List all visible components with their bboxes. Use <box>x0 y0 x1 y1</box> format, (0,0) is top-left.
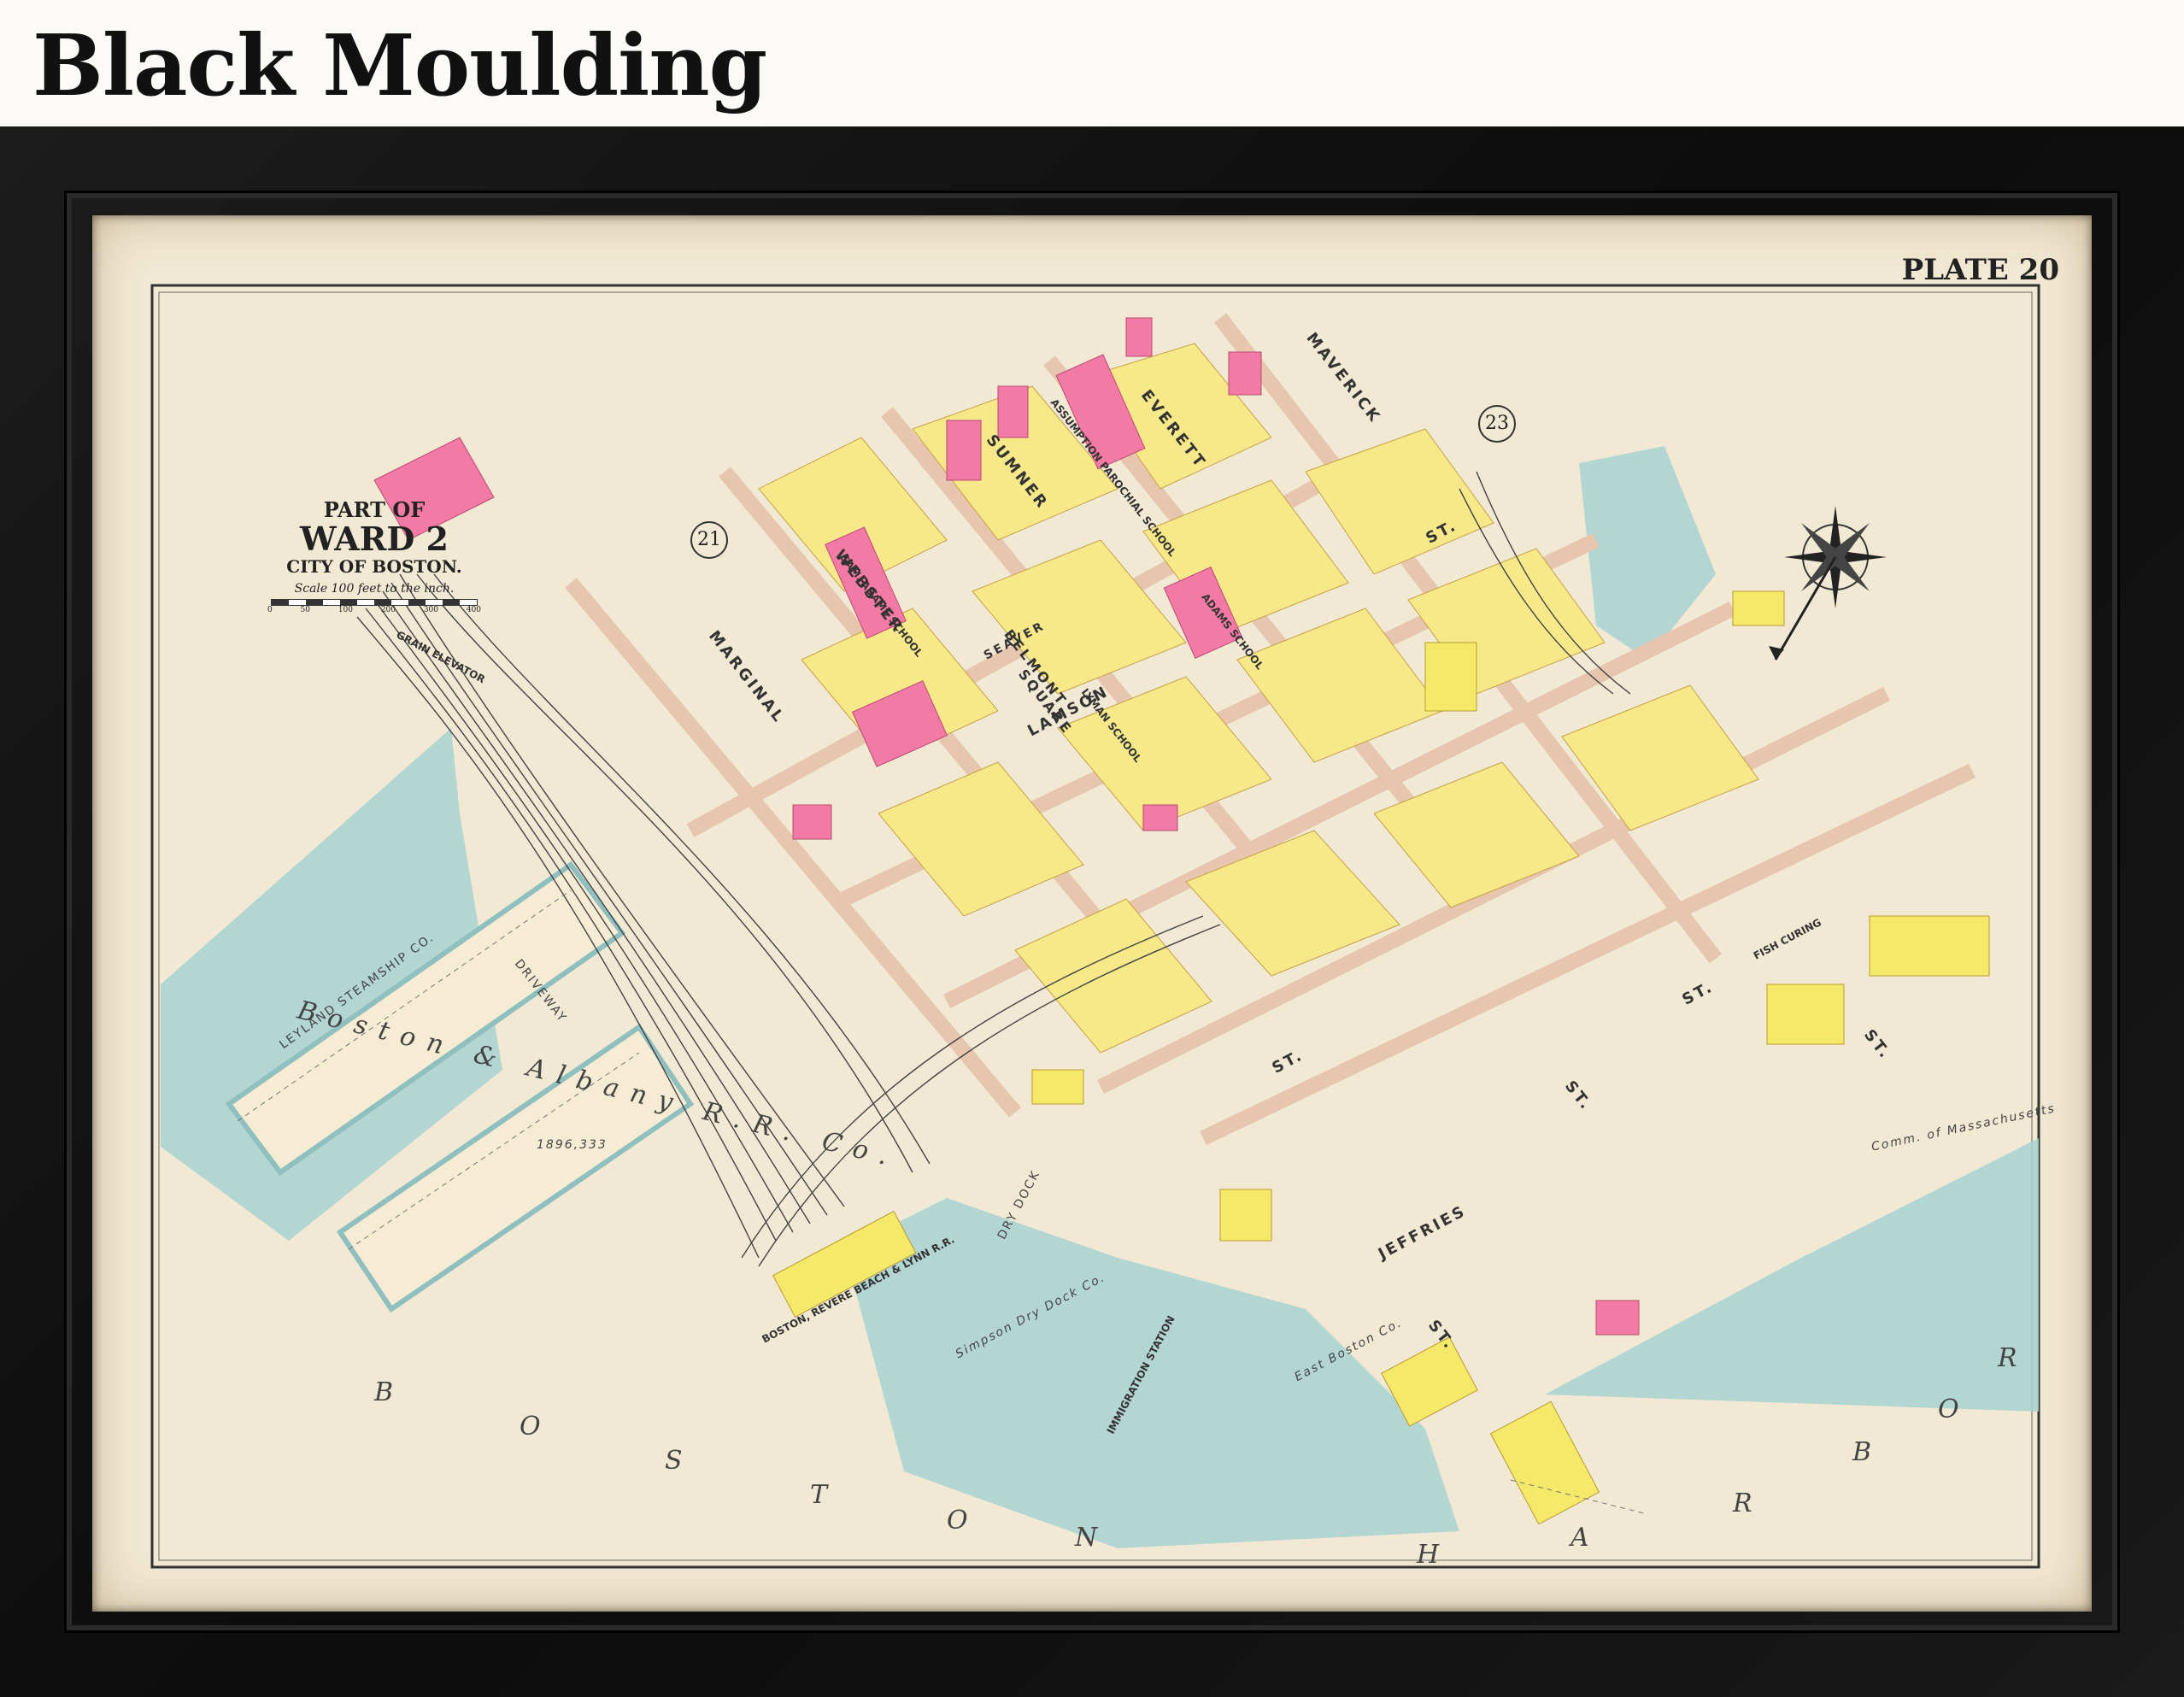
harbor-letter: N <box>1075 1523 1098 1553</box>
scale-bar <box>271 599 478 606</box>
scale-tick: 0 <box>267 606 273 614</box>
block-14 <box>1373 761 1580 908</box>
harbor-letter: O <box>947 1506 968 1536</box>
railroad-area-label: 1896,333 <box>537 1138 608 1152</box>
scale-tick: 400 <box>466 606 481 614</box>
scale-tick: 200 <box>380 606 396 614</box>
harbor-letter: B <box>1852 1437 1872 1467</box>
scale-ticks: 0 50 100 200 300 400 <box>267 606 481 614</box>
scale-tick: 300 <box>423 606 438 614</box>
map-title: PART OF WARD 2 CITY OF BOSTON. Scale 100… <box>263 497 485 614</box>
brick-a <box>946 420 982 481</box>
brick-e <box>792 804 832 840</box>
title-scale: Scale 100 feet to the inch. <box>294 582 455 596</box>
brick-g <box>1228 351 1262 396</box>
wood-a <box>1031 1069 1084 1105</box>
ward-number-23: 23 <box>1478 405 1516 443</box>
harbor-letter: B <box>374 1377 394 1407</box>
wood-c <box>1489 1400 1600 1525</box>
wood-e <box>1869 915 1990 977</box>
plate-label: PLATE 20 <box>1901 253 2059 287</box>
black-frame: PLATE 20 PART OF WARD 2 CITY OF BOSTON. … <box>0 126 2184 1697</box>
scale-tick: 100 <box>338 606 353 614</box>
brick-b <box>997 385 1029 438</box>
compass-rose <box>1769 506 1887 661</box>
title-line3: CITY OF BOSTON. <box>286 556 462 577</box>
brick-h <box>1595 1300 1640 1336</box>
scale-tick: 50 <box>300 606 310 614</box>
harbor-letter: T <box>810 1480 828 1510</box>
wood-f <box>1424 642 1477 712</box>
harbor-letter: R <box>1998 1343 2017 1373</box>
harbor-letter: R <box>1733 1489 1752 1518</box>
block-12 <box>1014 898 1212 1054</box>
harbor-letter: A <box>1570 1523 1589 1553</box>
block-8 <box>878 761 1084 917</box>
page-heading: Black Moulding <box>32 17 767 115</box>
harbor-letter: H <box>1417 1540 1440 1570</box>
harbor-letter: S <box>665 1446 683 1476</box>
map-print[interactable]: PLATE 20 PART OF WARD 2 CITY OF BOSTON. … <box>92 215 2092 1612</box>
brick-c <box>1125 317 1153 357</box>
wood-g <box>1732 590 1785 626</box>
title-line2: WARD 2 <box>300 520 449 558</box>
wood-d <box>1766 984 1845 1045</box>
harbor-letter: O <box>1938 1395 1959 1424</box>
title-line1: PART OF <box>323 497 426 522</box>
street-layer <box>565 313 1976 1146</box>
ward-number-21: 21 <box>690 521 728 559</box>
brick-f <box>1142 804 1178 831</box>
wood-h <box>1219 1189 1272 1242</box>
water-right <box>1545 1138 2039 1412</box>
harbor-letter: O <box>520 1412 541 1442</box>
